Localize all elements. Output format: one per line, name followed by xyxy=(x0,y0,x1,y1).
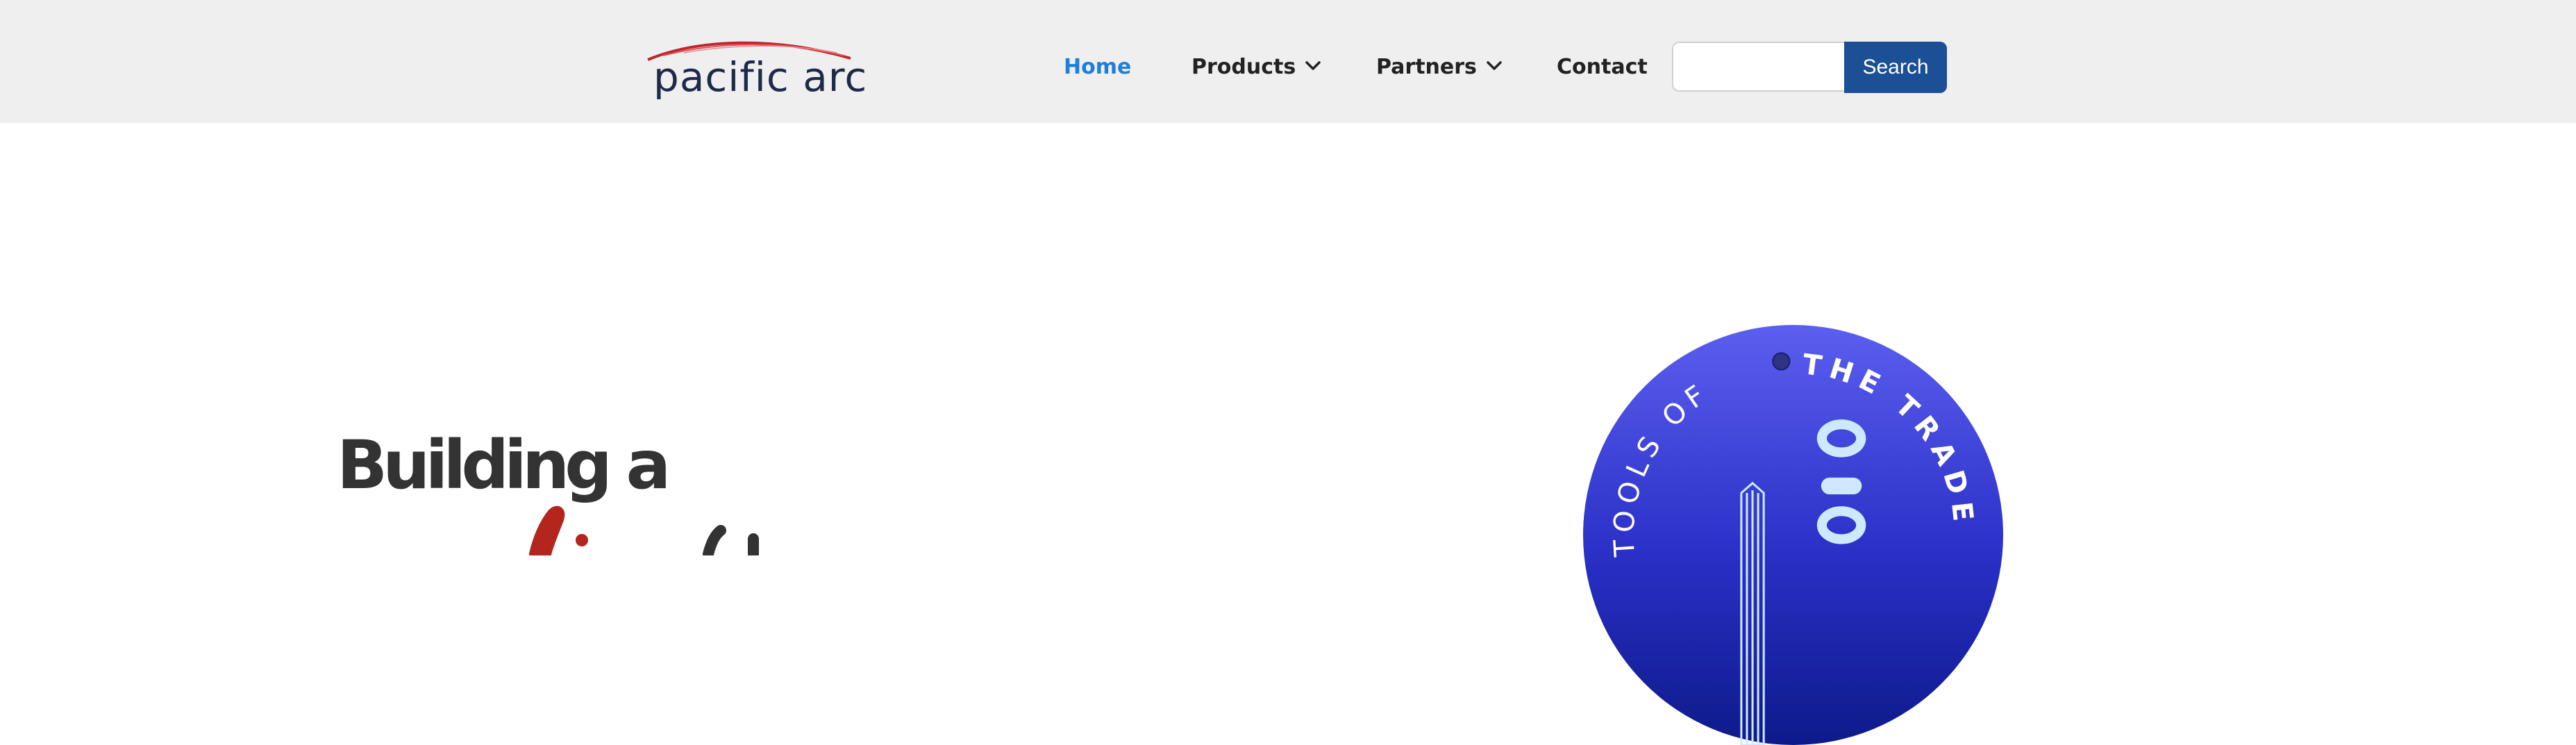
nav-item-contact[interactable]: Contact xyxy=(1557,50,1648,85)
hero-script-word xyxy=(529,505,759,555)
nav-item-products[interactable]: Products xyxy=(1191,50,1321,85)
chevron-down-icon xyxy=(1487,60,1502,70)
nav-item-partners[interactable]: Partners xyxy=(1376,50,1502,85)
brand-name: pacific arc xyxy=(653,53,868,101)
search-input[interactable] xyxy=(1672,42,1844,92)
chevron-down-icon xyxy=(1305,60,1321,70)
brand-logo[interactable]: pacific arc xyxy=(642,35,867,101)
nav-item-label: Products xyxy=(1191,55,1296,79)
nav-item-label: Contact xyxy=(1557,55,1648,79)
nav-item-home[interactable]: Home xyxy=(1064,50,1131,85)
search-button[interactable]: Search xyxy=(1844,42,1947,93)
site-header: pacific arc Home Products Partners Conta… xyxy=(0,0,2576,123)
tools-of-the-trade-badge: TOOLS OF THE TRADE xyxy=(1583,325,2003,745)
hero-title: Building a xyxy=(337,426,671,504)
nav-item-label: Home xyxy=(1064,55,1132,79)
nav-item-label: Partners xyxy=(1376,55,1477,79)
